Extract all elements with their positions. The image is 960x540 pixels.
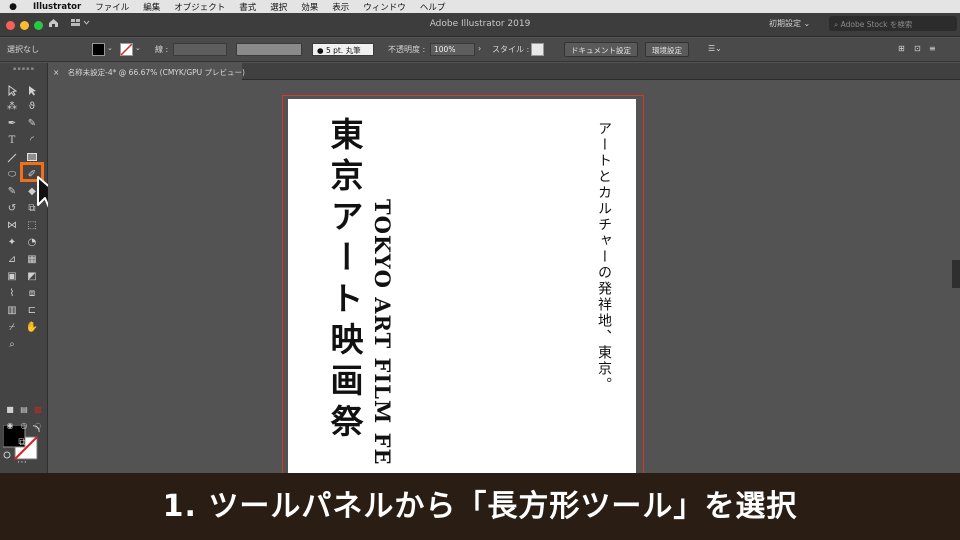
shaper-tool-icon[interactable]: ✎ — [4, 185, 20, 199]
menu-file[interactable]: ファイル — [88, 1, 136, 13]
measure-tool-icon[interactable]: ◩ — [24, 270, 40, 284]
mac-menubar: ● Illustrator ファイル 編集 オブジェクト 書式 選択 効果 表示… — [0, 0, 960, 13]
direct-selection-tool-icon[interactable] — [24, 83, 40, 97]
workspace-label: 初期設定 — [769, 19, 801, 28]
chevron-down-icon[interactable]: ⌄ — [135, 44, 141, 52]
panel-grip[interactable]: ▪▪▪▪▪ — [0, 66, 48, 72]
tutorial-caption: 1. ツールパネルから「長方形ツール」を選択 — [0, 473, 960, 540]
blend-tool-icon[interactable]: ⧈ — [24, 287, 40, 301]
style-label: スタイル : — [492, 45, 530, 54]
brush-dot-icon: ● — [317, 46, 324, 55]
brush-definition[interactable]: ● 5 pt. 丸筆 — [312, 43, 374, 56]
search-icon: ⌕ — [834, 20, 839, 29]
mesh-tool-icon[interactable]: ▦ — [24, 253, 40, 267]
poster-english-title[interactable]: TOKYO ART FILM FE — [370, 199, 395, 466]
preferences-button[interactable]: 環境設定 — [645, 42, 689, 57]
selection-status: 選択なし — [7, 45, 39, 54]
menu-view[interactable]: 表示 — [325, 1, 356, 13]
tools-panel: ▪▪▪▪▪ ⁂ ϑ ✒ ✎ T ◜ ⬭ ✐ ✎ ◆ ↺ ⧉ ⋈ ⬚ ✦ ◔ ⊿ … — [0, 63, 48, 473]
adobe-stock-search[interactable]: ⌕ Adobe Stock を検索 — [829, 16, 957, 31]
menu-select[interactable]: 選択 — [263, 1, 294, 13]
menu-effect[interactable]: 効果 — [294, 1, 325, 13]
menu-object[interactable]: オブジェクト — [167, 1, 232, 13]
shape-builder-tool-icon[interactable]: ◔ — [24, 236, 40, 250]
lasso-tool-icon[interactable]: ϑ — [24, 100, 40, 114]
brush-name: 5 pt. 丸筆 — [325, 46, 361, 55]
variable-width-profile[interactable] — [236, 43, 302, 56]
document-tab[interactable]: × 名称未設定-4* @ 66.67% (CMYK/GPU プレビュー) — [48, 63, 245, 80]
chevron-right-icon[interactable]: › — [478, 44, 481, 53]
app-titlebar: Adobe Illustrator 2019 初期設定 ⌄ ⌕ Adobe St… — [0, 13, 960, 37]
document-tab-bar: × 名称未設定-4* @ 66.67% (CMYK/GPU プレビュー) — [48, 63, 960, 80]
menu-type[interactable]: 書式 — [232, 1, 263, 13]
close-tab-icon[interactable]: × — [53, 68, 59, 77]
hand-tool-icon[interactable]: ✋ — [24, 321, 40, 335]
workspace-switcher[interactable]: 初期設定 ⌄ — [769, 18, 810, 29]
stroke-weight-field[interactable] — [173, 43, 227, 56]
arc-tool-icon[interactable]: ◜ — [24, 134, 40, 148]
type-tool-icon[interactable]: T — [4, 134, 20, 148]
magic-wand-tool-icon[interactable]: ⁂ — [4, 100, 20, 114]
collapsed-panel-tab[interactable] — [952, 260, 960, 288]
transform-icon[interactable]: ⊡ — [914, 44, 921, 53]
graph-tool-icon[interactable]: ▥ — [4, 304, 20, 318]
canvas-area[interactable]: 東京アート映画祭 TOKYO ART FILM FE アートとカルチャーの発祥地… — [48, 81, 960, 473]
stroke-weight-label: 線 : — [155, 45, 169, 54]
ellipse-tool-icon[interactable]: ⬭ — [4, 168, 20, 182]
artboard-tool-icon[interactable]: ⊏ — [24, 304, 40, 318]
stroke-swatch[interactable] — [120, 43, 133, 56]
selection-tool-icon[interactable] — [4, 83, 20, 97]
free-transform-tool-icon[interactable]: ⬚ — [24, 219, 40, 233]
menu-window[interactable]: ウィンドウ — [356, 1, 413, 13]
none-mode-icon[interactable]: ▨ — [30, 403, 46, 417]
arrange-icon[interactable]: ☰⌄ — [708, 44, 722, 53]
menu-help[interactable]: ヘルプ — [413, 1, 453, 13]
gradient-tool-icon[interactable]: ▣ — [4, 270, 20, 284]
artboard[interactable]: 東京アート映画祭 TOKYO ART FILM FE アートとカルチャーの発祥地… — [288, 99, 636, 473]
fill-swatch[interactable] — [92, 43, 105, 56]
panel-menu-icon[interactable]: ≡ — [929, 44, 936, 53]
line-segment-tool-icon[interactable] — [4, 151, 20, 165]
curvature-tool-icon[interactable]: ✎ — [24, 117, 40, 131]
poster-subtitle[interactable]: アートとカルチャーの発祥地、東京。 — [594, 121, 614, 393]
stock-search-placeholder: Adobe Stock を検索 — [840, 20, 913, 29]
rotate-tool-icon[interactable]: ↺ — [4, 202, 20, 216]
screen-mode-icon[interactable]: ⧉ — [14, 436, 30, 450]
graphic-style-swatch[interactable] — [531, 43, 544, 56]
puppet-warp-tool-icon[interactable]: ✦ — [4, 236, 20, 250]
perspective-grid-tool-icon[interactable]: ⊿ — [4, 253, 20, 267]
align-icon[interactable]: ⊞ — [898, 44, 905, 53]
edit-toolbar-icon[interactable]: ⋯ — [14, 456, 30, 470]
document-setup-button[interactable]: ドキュメント設定 — [564, 42, 638, 57]
eyedropper-tool-icon[interactable]: ⌇ — [4, 287, 20, 301]
slice-tool-icon[interactable]: ⌿ — [4, 321, 20, 335]
chevron-down-icon[interactable]: ⌄ — [107, 44, 113, 52]
control-panel: 選択なし ⌄ ⌄ 線 : ● 5 pt. 丸筆 不透明度 : 100% › スタ… — [0, 38, 960, 62]
document-tab-label: 名称未設定-4* @ 66.67% (CMYK/GPU プレビュー) — [67, 68, 245, 77]
pen-tool-icon[interactable]: ✒ — [4, 117, 20, 131]
menu-edit[interactable]: 編集 — [136, 1, 167, 13]
width-tool-icon[interactable]: ⋈ — [4, 219, 20, 233]
opacity-field[interactable]: 100% — [430, 43, 475, 56]
window-title: Adobe Illustrator 2019 — [429, 19, 531, 29]
menu-app-name[interactable]: Illustrator — [26, 2, 88, 12]
chevron-down-icon: ⌄ — [803, 19, 811, 28]
opacity-label[interactable]: 不透明度 : — [388, 44, 425, 55]
zoom-tool-icon[interactable]: ⌕ — [4, 338, 20, 352]
poster-title[interactable]: 東京アート映画祭 — [320, 117, 368, 445]
apple-icon[interactable]: ● — [0, 2, 26, 12]
draw-inside-icon[interactable]: ◌ — [30, 419, 46, 433]
